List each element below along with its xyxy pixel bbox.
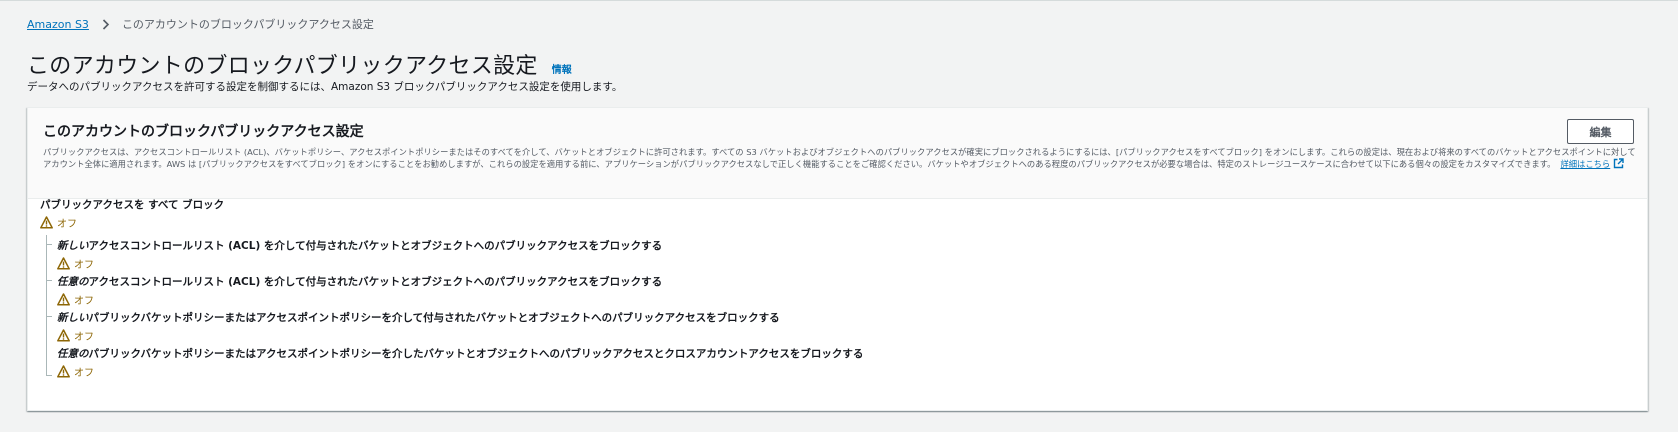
setting-emphasis: 任意の — [57, 276, 89, 288]
warning-icon — [57, 257, 70, 270]
setting-any-acl: 任意のアクセスコントロールリスト (ACL) を介して付与されたバケットとオブジ… — [57, 274, 662, 307]
status-any-acl: オフ — [57, 292, 662, 307]
learn-more-label: 詳細はこちら — [1560, 159, 1611, 169]
setting-label-text: アクセスコントロールリスト (ACL) を介して付与されたバケットとオブジェクト… — [88, 276, 663, 288]
setting-emphasis: 任意の — [57, 348, 89, 360]
setting-label-any-policy: 任意のパブリックバケットポリシーまたはアクセスポイントポリシーを介したバケットと… — [57, 346, 863, 361]
status-new-acl: オフ — [57, 256, 662, 271]
setting-block-all: パブリックアクセスを すべて ブロック オフ — [40, 197, 224, 230]
setting-new-policy: 新しいパブリックバケットポリシーまたはアクセスポイントポリシーを介して付与された… — [57, 310, 780, 343]
status-new-policy: オフ — [57, 328, 780, 343]
chevron-right-icon — [99, 17, 113, 31]
status-text: オフ — [74, 368, 94, 379]
learn-more-link[interactable]: 詳細はこちら — [1560, 158, 1624, 172]
status-text: オフ — [74, 296, 94, 307]
status-block-all: オフ — [40, 215, 224, 230]
page-header: このアカウントのブロックパブリックアクセス設定 情報 — [27, 48, 572, 80]
page-title: このアカウントのブロックパブリックアクセス設定 — [27, 54, 538, 79]
setting-label-any-acl: 任意のアクセスコントロールリスト (ACL) を介して付与されたバケットとオブジ… — [57, 274, 662, 289]
setting-label-text: アクセスコントロールリスト (ACL) を介して付与されたバケットとオブジェクト… — [88, 240, 663, 252]
setting-new-acl: 新しいアクセスコントロールリスト (ACL) を介して付与されたバケットとオブジ… — [57, 238, 662, 271]
sub-tick — [46, 280, 52, 281]
page-description: データへのパブリックアクセスを許可する設定を制御するには、Amazon S3 ブ… — [27, 81, 623, 93]
setting-label-new-acl: 新しいアクセスコントロールリスト (ACL) を介して付与されたバケットとオブジ… — [57, 238, 662, 253]
warning-icon — [57, 365, 70, 378]
external-link-icon — [1613, 158, 1624, 172]
warning-icon — [57, 293, 70, 306]
breadcrumb-link-amazon-s3[interactable]: Amazon S3 — [27, 18, 89, 31]
status-text: オフ — [57, 219, 77, 230]
sub-tick — [46, 244, 52, 245]
warning-icon — [40, 216, 53, 229]
status-any-policy: オフ — [57, 364, 863, 379]
setting-label-new-policy: 新しいパブリックバケットポリシーまたはアクセスポイントポリシーを介して付与された… — [57, 310, 780, 325]
setting-label-text: パブリックバケットポリシーまたはアクセスポイントポリシーを介したバケットとオブジ… — [88, 348, 864, 360]
setting-emphasis: 新しい — [57, 240, 89, 252]
status-text: オフ — [74, 332, 94, 343]
setting-label-block-all: パブリックアクセスを すべて ブロック — [40, 199, 225, 211]
setting-emphasis: 新しい — [57, 312, 89, 324]
panel-description-text: パブリックアクセスは、アクセスコントロールリスト (ACL)、バケットポリシー、… — [43, 147, 1636, 169]
panel-description: パブリックアクセスは、アクセスコントロールリスト (ACL)、バケットポリシー、… — [43, 146, 1637, 172]
info-link[interactable]: 情報 — [552, 61, 572, 76]
setting-label-text: パブリックバケットポリシーまたはアクセスポイントポリシーを介して付与されたバケッ… — [88, 312, 780, 324]
setting-any-policy: 任意のパブリックバケットポリシーまたはアクセスポイントポリシーを介したバケットと… — [57, 346, 863, 379]
sub-tick — [46, 316, 52, 317]
status-text: オフ — [74, 260, 94, 271]
breadcrumb: Amazon S3 このアカウントのブロックパブリックアクセス設定 — [27, 16, 374, 32]
edit-button[interactable]: 編集 — [1567, 119, 1634, 144]
panel-title: このアカウントのブロックパブリックアクセス設定 — [43, 124, 364, 140]
tree-connector — [46, 235, 47, 376]
sub-tick — [46, 375, 52, 376]
panel-header: このアカウントのブロックパブリックアクセス設定 編集 パブリックアクセスは、アク… — [28, 108, 1647, 199]
warning-icon — [57, 329, 70, 342]
breadcrumb-current: このアカウントのブロックパブリックアクセス設定 — [121, 18, 374, 31]
